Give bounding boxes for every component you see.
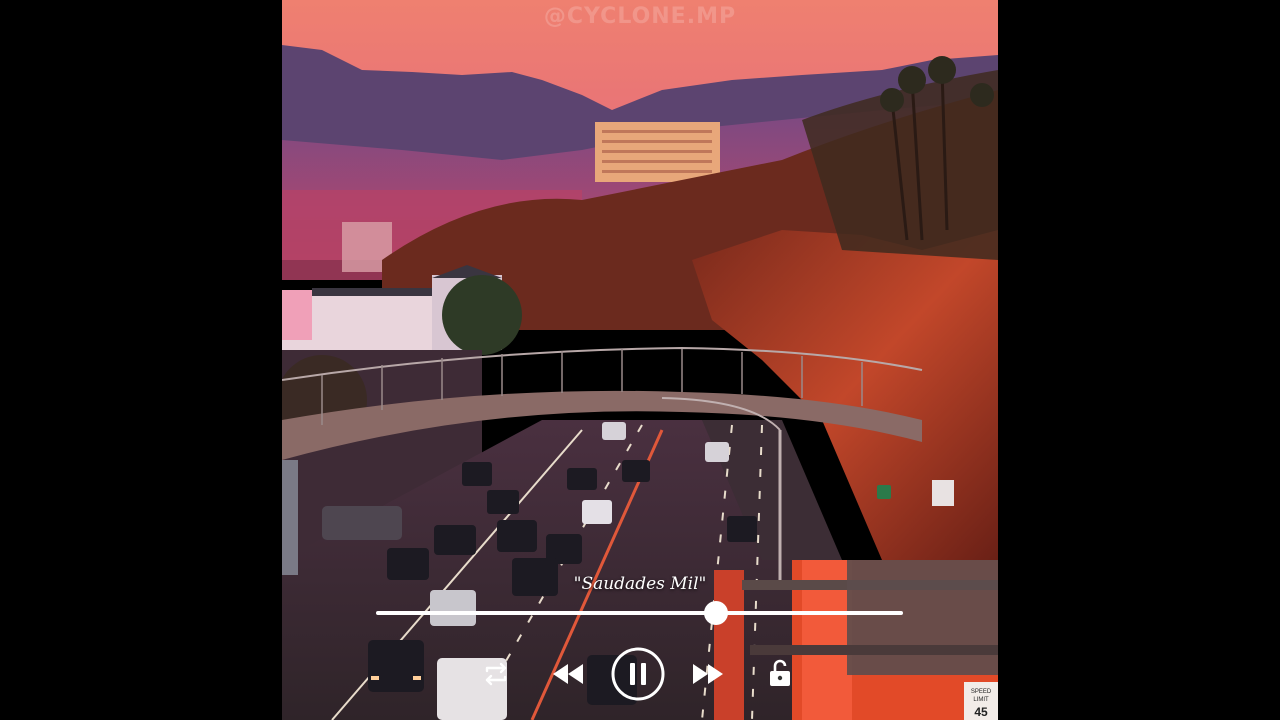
watermark-text: @CYCLONE.MP <box>543 4 737 29</box>
video-stage: SPEED LIMIT 45 @CYCLONE.MP "Saudades Mil… <box>0 0 1280 720</box>
progress-knob[interactable] <box>703 601 728 625</box>
repeat-button[interactable] <box>480 658 512 690</box>
svg-text:45: 45 <box>974 705 988 719</box>
svg-text:LIMIT: LIMIT <box>973 697 989 703</box>
svg-text:SPEED: SPEED <box>971 689 992 695</box>
progress-track <box>376 611 903 615</box>
rewind-icon <box>553 664 583 684</box>
progress-bar[interactable] <box>376 601 903 625</box>
rewind-button[interactable] <box>550 658 586 690</box>
repeat-icon <box>485 662 507 686</box>
pause-button[interactable] <box>610 646 666 702</box>
song-title: "Saudades Mil" <box>573 574 707 594</box>
video-frame: SPEED LIMIT 45 @CYCLONE.MP "Saudades Mil… <box>282 0 998 720</box>
lock-icon <box>770 659 790 686</box>
fast-forward-icon <box>693 664 723 684</box>
pause-icon <box>611 647 665 701</box>
lock-button[interactable] <box>766 656 794 690</box>
fast-forward-button[interactable] <box>690 658 726 690</box>
